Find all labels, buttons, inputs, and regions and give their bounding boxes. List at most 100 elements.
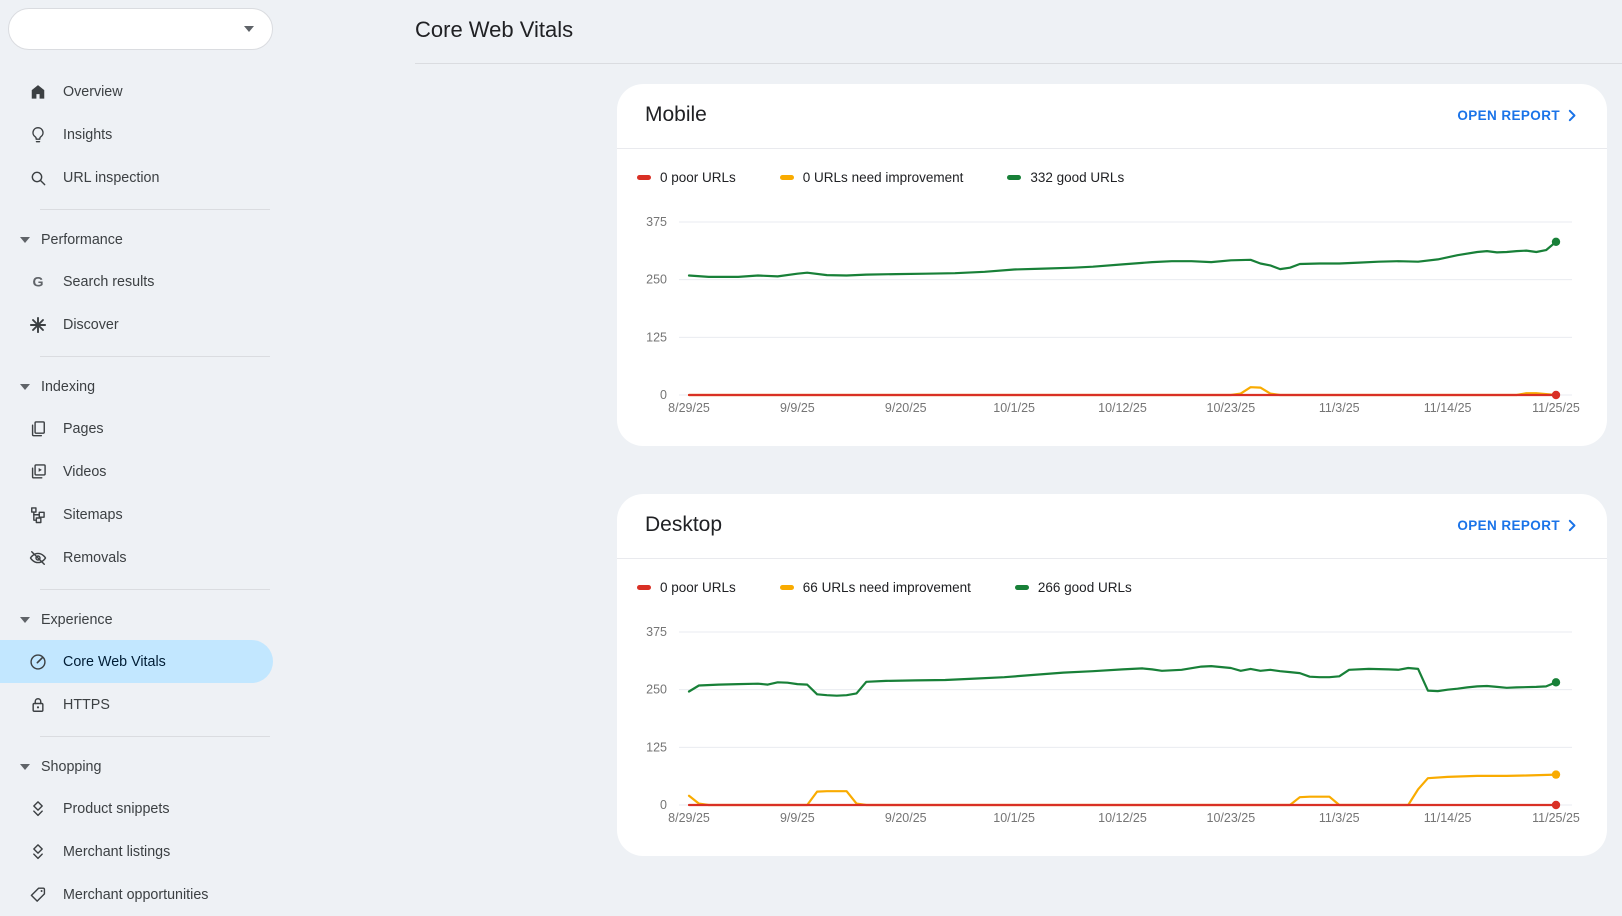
layers-icon bbox=[28, 799, 48, 819]
sidebar-item-removals[interactable]: Removals bbox=[0, 536, 273, 579]
mobile-card: Mobile OPEN REPORT 0 poor URLs 0 URLs nee… bbox=[617, 84, 1607, 446]
svg-text:10/12/25: 10/12/25 bbox=[1098, 401, 1147, 415]
legend-label: 0 poor URLs bbox=[660, 580, 736, 595]
sidebar-item-label: URL inspection bbox=[63, 169, 160, 186]
legend-marker bbox=[1014, 585, 1029, 590]
svg-text:11/14/25: 11/14/25 bbox=[1424, 401, 1472, 415]
svg-text:9/9/25: 9/9/25 bbox=[780, 401, 815, 415]
asterisk-icon bbox=[28, 315, 48, 335]
sidebar-item-label: HTTPS bbox=[63, 696, 110, 713]
legend-item: 0 poor URLs bbox=[637, 170, 736, 185]
chevron-right-icon bbox=[1568, 109, 1576, 121]
svg-text:0: 0 bbox=[660, 798, 667, 812]
sidebar-item-core-web-vitals[interactable]: Core Web Vitals bbox=[0, 640, 273, 683]
mobile-open-report-button[interactable]: OPEN REPORT bbox=[1457, 108, 1577, 123]
sidebar-item-url-inspection[interactable]: URL inspection bbox=[0, 156, 273, 199]
legend-item: 266 good URLs bbox=[1014, 580, 1132, 595]
section-label: Indexing bbox=[41, 379, 96, 395]
sidebar-item-sitemaps[interactable]: Sitemaps bbox=[0, 493, 273, 536]
mobile-chart-legend: 0 poor URLs 0 URLs need improvement 332 go… bbox=[617, 149, 1607, 185]
desktop-card: Desktop OPEN REPORT 0 poor URLs 66 URLs n… bbox=[617, 494, 1607, 856]
chevron-down-icon bbox=[244, 26, 254, 32]
sidebar-item-insights[interactable]: Insights bbox=[0, 113, 273, 156]
sidebar-item-product-snippets[interactable]: Product snippets bbox=[0, 787, 273, 830]
sidebar-divider bbox=[40, 356, 270, 357]
lock-icon bbox=[28, 695, 48, 715]
eye-off-icon bbox=[28, 548, 48, 568]
legend-item: 332 good URLs bbox=[1007, 170, 1124, 185]
tag-icon bbox=[28, 885, 48, 905]
svg-text:125: 125 bbox=[646, 330, 667, 344]
sidebar-item-label: Search results bbox=[63, 273, 155, 290]
sidebar-item-https[interactable]: HTTPS bbox=[0, 683, 273, 726]
property-selector[interactable] bbox=[8, 8, 273, 50]
arrow-drop-down-icon bbox=[20, 764, 30, 770]
legend-label: 66 URLs need improvement bbox=[802, 580, 971, 595]
svg-text:10/12/25: 10/12/25 bbox=[1098, 811, 1147, 825]
sidebar-item-label: Insights bbox=[63, 126, 113, 143]
main-content: Core Web Vitals Mobile OPEN REPORT 0 poo… bbox=[280, 0, 1622, 896]
svg-text:10/23/25: 10/23/25 bbox=[1207, 811, 1256, 825]
svg-text:375: 375 bbox=[646, 215, 667, 229]
sidebar-item-search-results[interactable]: G Search results bbox=[0, 260, 273, 303]
pages-icon bbox=[28, 419, 48, 439]
legend-marker bbox=[779, 585, 794, 590]
mobile-chart: 0 125 250 375 8/29/25 9/9/25 9/20/25 10/1/25 10/… bbox=[646, 215, 1580, 415]
desktop-chart: 0 125 250 375 8/29/25 9/9/25 9/20/25 10/1/25 10/… bbox=[646, 625, 1580, 825]
svg-text:0: 0 bbox=[660, 388, 667, 402]
sidebar-item-label: Merchant opportunities bbox=[63, 886, 209, 903]
svg-text:9/20/25: 9/20/25 bbox=[885, 811, 927, 825]
sidebar-section-performance[interactable]: Performance bbox=[0, 220, 280, 260]
svg-text:8/29/25: 8/29/25 bbox=[668, 401, 710, 415]
desktop-card-title: Desktop bbox=[645, 513, 723, 536]
section-label: Experience bbox=[41, 612, 113, 628]
svg-text:10/1/25: 10/1/25 bbox=[993, 401, 1035, 415]
cards-container: Mobile OPEN REPORT 0 poor URLs 0 URLs nee… bbox=[617, 84, 1607, 856]
sidebar-divider bbox=[40, 589, 270, 590]
svg-text:10/23/25: 10/23/25 bbox=[1207, 401, 1256, 415]
sidebar-item-merchant-listings[interactable]: Merchant listings bbox=[0, 830, 273, 873]
sidebar-item-discover[interactable]: Discover bbox=[0, 303, 273, 346]
page-header: Core Web Vitals bbox=[415, 0, 1622, 64]
sidebar-section-indexing[interactable]: Indexing bbox=[0, 367, 280, 407]
legend-marker bbox=[1007, 175, 1022, 180]
arrow-drop-down-icon bbox=[20, 237, 30, 243]
mobile-card-header: Mobile OPEN REPORT bbox=[617, 84, 1607, 132]
sitemap-icon bbox=[28, 505, 48, 525]
sidebar-item-videos[interactable]: Videos bbox=[0, 450, 273, 493]
sidebar-item-label: Videos bbox=[63, 463, 107, 480]
desktop-card-header: Desktop OPEN REPORT bbox=[617, 494, 1607, 542]
legend-label: 332 good URLs bbox=[1030, 170, 1125, 185]
videos-icon bbox=[28, 462, 48, 482]
sidebar-divider bbox=[40, 209, 270, 210]
sidebar-item-label: Product snippets bbox=[63, 800, 170, 817]
sidebar: Overview Insights URL inspection Performanc… bbox=[0, 0, 280, 903]
svg-text:375: 375 bbox=[646, 625, 667, 639]
sidebar-section-shopping[interactable]: Shopping bbox=[0, 747, 280, 787]
legend-marker bbox=[779, 175, 794, 180]
legend-item: 66 URLs need improvement bbox=[779, 580, 971, 595]
svg-text:9/9/25: 9/9/25 bbox=[780, 811, 815, 825]
sidebar-item-label: Removals bbox=[63, 549, 127, 566]
search-icon bbox=[28, 168, 48, 188]
sidebar-item-label: Merchant listings bbox=[63, 843, 171, 860]
legend-item: 0 poor URLs bbox=[637, 580, 736, 595]
sidebar-item-merchant-opportunities[interactable]: Merchant opportunities bbox=[0, 873, 273, 916]
sidebar-item-label: Pages bbox=[63, 420, 104, 437]
legend-label: 0 poor URLs bbox=[660, 170, 736, 185]
sidebar-item-overview[interactable]: Overview bbox=[0, 70, 273, 113]
svg-text:8/29/25: 8/29/25 bbox=[668, 811, 710, 825]
sidebar-item-pages[interactable]: Pages bbox=[0, 407, 273, 450]
legend-marker bbox=[637, 175, 651, 180]
svg-text:11/3/25: 11/3/25 bbox=[1319, 811, 1360, 825]
open-report-label: OPEN REPORT bbox=[1457, 517, 1560, 533]
svg-text:250: 250 bbox=[646, 273, 667, 287]
svg-text:11/14/25: 11/14/25 bbox=[1424, 811, 1472, 825]
speedometer-icon bbox=[28, 652, 48, 672]
sidebar-item-label: Discover bbox=[63, 316, 119, 333]
svg-text:10/1/25: 10/1/25 bbox=[993, 811, 1035, 825]
svg-text:250: 250 bbox=[646, 683, 667, 697]
desktop-open-report-button[interactable]: OPEN REPORT bbox=[1457, 518, 1577, 533]
mobile-card-title: Mobile bbox=[645, 103, 707, 126]
sidebar-section-experience[interactable]: Experience bbox=[0, 600, 280, 640]
